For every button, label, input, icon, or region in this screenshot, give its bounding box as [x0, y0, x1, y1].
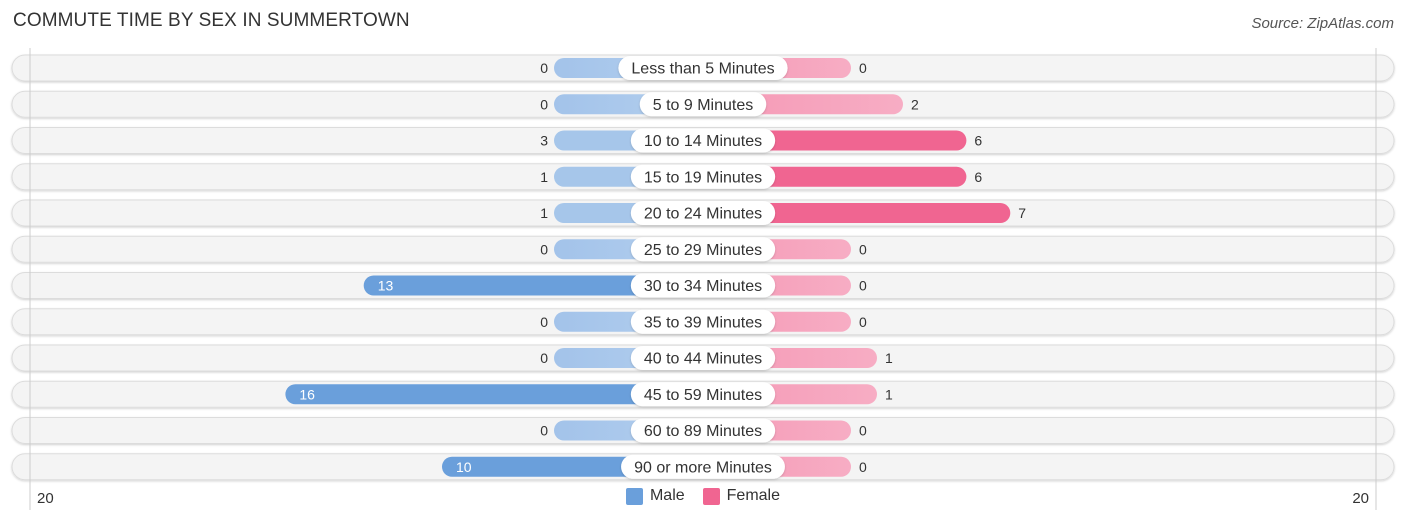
category-label: 5 to 9 Minutes — [653, 97, 754, 114]
value-label-female: 1 — [885, 386, 893, 402]
value-label-female: 0 — [859, 423, 867, 439]
category-label: 90 or more Minutes — [634, 459, 772, 476]
value-label-male: 0 — [540, 60, 548, 76]
chart-row: 16 1 45 to 59 Minutes — [11, 380, 1395, 408]
value-label-female: 0 — [859, 60, 867, 76]
category-label: 30 to 34 Minutes — [644, 278, 762, 295]
value-label-male: 10 — [456, 459, 472, 475]
legend-swatch-female — [702, 487, 720, 505]
value-label-female: 0 — [859, 241, 867, 257]
value-label-male: 0 — [540, 241, 548, 257]
chart-row: 0 0 Less than 5 Minutes — [11, 54, 1395, 82]
chart-row: 1 7 20 to 24 Minutes — [11, 199, 1395, 227]
value-label-male: 1 — [540, 205, 548, 221]
category-label: 40 to 44 Minutes — [644, 351, 762, 368]
value-label-male: 0 — [540, 96, 548, 112]
value-label-male: 16 — [299, 386, 315, 402]
chart-row: 0 0 60 to 89 Minutes — [11, 417, 1395, 444]
chart-row: 0 2 5 to 9 Minutes — [11, 90, 1395, 118]
value-label-female: 1 — [885, 350, 893, 366]
category-label: 35 to 39 Minutes — [644, 314, 762, 331]
legend: Male Female — [0, 487, 1406, 505]
commute-chart: 0 0Less than 5 Minutes0 25 to 9 Minutes3 61… — [11, 48, 1395, 510]
chart-row: 0 1 40 to 44 Minutes — [11, 344, 1395, 372]
value-label-female: 0 — [859, 459, 867, 475]
category-label: 20 to 24 Minutes — [644, 206, 762, 223]
legend-label-male: Male — [649, 487, 685, 504]
value-label-female: 2 — [911, 96, 919, 112]
value-label-male: 0 — [540, 314, 548, 330]
chart-row: 0 0 25 to 29 Minutes — [11, 235, 1395, 263]
category-label: 15 to 19 Minutes — [644, 169, 762, 186]
category-label: 10 to 14 Minutes — [644, 133, 762, 150]
legend-item-female[interactable]: Female — [702, 487, 781, 505]
category-label: Less than 5 Minutes — [631, 61, 774, 78]
value-label-female: 6 — [974, 133, 982, 149]
value-label-female: 0 — [859, 314, 867, 330]
value-label-male: 0 — [540, 350, 548, 366]
legend-swatch-male — [625, 487, 643, 505]
chart-row: 13 0 30 to 34 Minutes — [11, 272, 1395, 299]
chart-row: 10 0 90 or more Minutes — [11, 453, 1395, 481]
value-label-female: 6 — [974, 169, 982, 185]
category-label: 60 to 89 Minutes — [644, 423, 762, 440]
category-label: 25 to 29 Minutes — [644, 242, 762, 259]
legend-item-male[interactable]: Male — [625, 487, 685, 505]
chart-row: 1 6 15 to 19 Minutes — [11, 163, 1395, 191]
value-label-female: 0 — [859, 278, 867, 294]
chart-row: 3 6 10 to 14 Minutes — [11, 127, 1395, 154]
value-label-male: 0 — [540, 423, 548, 439]
category-label: 45 to 59 Minutes — [644, 387, 762, 404]
value-label-male: 3 — [540, 133, 548, 149]
value-label-male: 1 — [540, 169, 548, 185]
value-label-female: 7 — [1018, 205, 1026, 221]
legend-label-female: Female — [726, 487, 781, 504]
chart-row: 0 0 35 to 39 Minutes — [11, 308, 1395, 336]
value-label-male: 13 — [378, 278, 394, 294]
